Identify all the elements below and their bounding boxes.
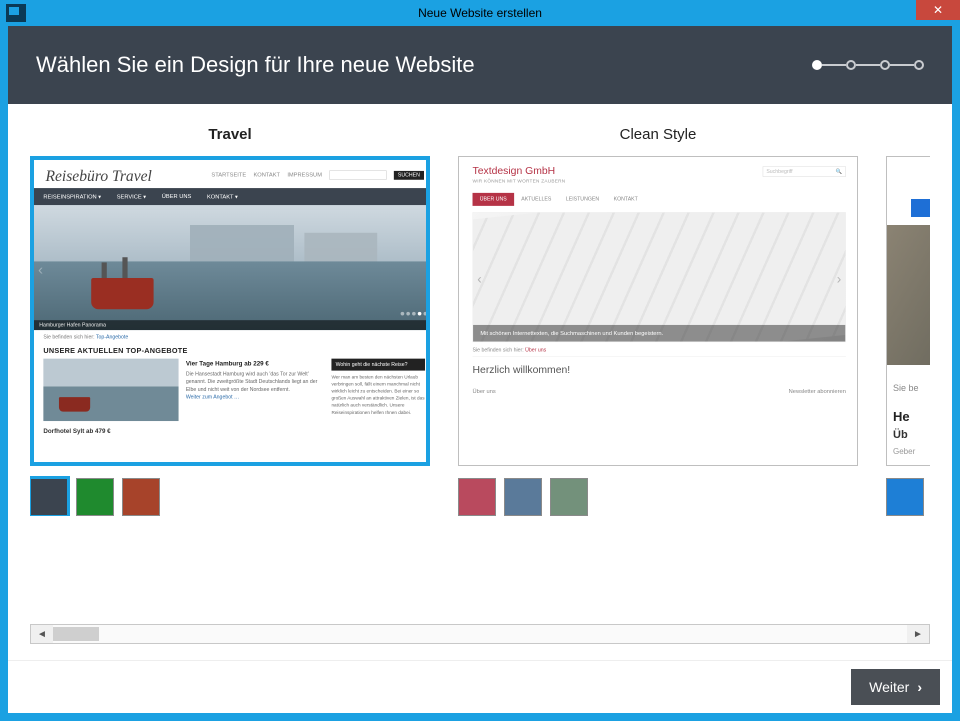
- scroll-right-button[interactable]: ►: [907, 625, 929, 643]
- next-button-label: Weiter: [869, 679, 909, 695]
- preview-menu-item: STARTSEITE: [211, 172, 246, 178]
- search-icon: 🔍: [836, 169, 842, 175]
- preview-sidebar: Wohin geht die nächste Reise? Wer man am…: [331, 359, 425, 421]
- wizard-footer: Weiter ›: [8, 660, 952, 713]
- color-swatches-clean: [458, 478, 588, 516]
- carousel-next-icon: ›: [425, 261, 430, 278]
- preview-footer-link: Newsletter abonnieren: [789, 388, 846, 394]
- template-title: [914, 126, 918, 146]
- preview-tab: LEISTUNGEN: [559, 193, 607, 206]
- close-icon: ✕: [933, 3, 943, 17]
- template-card-partial: Sie be He Üb Geber: [886, 126, 930, 516]
- preview-tagline: WIR KÖNNEN MIT WORTEN ZAUBERN: [473, 178, 846, 183]
- template-card-clean: Clean Style Suchbegriff🔍 Textdesign GmbH…: [458, 126, 858, 516]
- preview-nav-item: KONTAKT ▾: [207, 193, 238, 200]
- step-bar: [856, 64, 880, 66]
- color-swatch[interactable]: [504, 478, 542, 516]
- preview-offer2-title: Dorfhotel Sylt ab 479 €: [34, 421, 430, 435]
- color-swatch[interactable]: [550, 478, 588, 516]
- carousel-next-icon: ›: [837, 271, 842, 287]
- color-swatch[interactable]: [122, 478, 160, 516]
- preview-offer-image: [43, 359, 178, 421]
- step-bar: [890, 64, 914, 66]
- step-bar: [822, 64, 846, 66]
- scrollbar-handle[interactable]: [53, 627, 99, 641]
- carousel-dots: [401, 312, 428, 316]
- carousel-prev-icon: ‹: [38, 261, 43, 278]
- preview-hero-caption: Mit schönen Internettexten, die Suchmasc…: [473, 325, 845, 342]
- preview-tab: KONTAKT: [606, 193, 645, 206]
- preview-hero: [887, 225, 930, 365]
- preview-search-input: Suchbegriff🔍: [763, 166, 846, 176]
- chevron-left-icon: ◄: [37, 629, 47, 640]
- preview-welcome: Herzlich willkommen!: [473, 364, 846, 376]
- scroll-left-button[interactable]: ◄: [31, 625, 53, 643]
- template-thumbnail-travel[interactable]: STARTSEITE KONTAKT IMPRESSUM SUCHEN Reis…: [30, 156, 430, 466]
- preview-nav-item: SERVICE ▾: [117, 193, 146, 200]
- color-swatches-partial: [886, 478, 924, 516]
- preview-search-button: SUCHEN: [394, 171, 424, 180]
- preview-offer-text: Vier Tage Hamburg ab 229 € Die Hansestad…: [186, 359, 324, 421]
- close-button[interactable]: ✕: [916, 0, 960, 20]
- color-swatch[interactable]: [886, 478, 924, 516]
- template-gallery: Travel STARTSEITE KONTAKT IMPRESSUM SUCH…: [30, 126, 930, 516]
- step-dot-1: [812, 60, 822, 70]
- preview-search-input: [329, 170, 386, 179]
- carousel-prev-icon: ‹: [477, 271, 482, 287]
- preview-text: Sie be: [893, 383, 919, 393]
- preview-menu-item: IMPRESSUM: [287, 172, 322, 178]
- template-title: Clean Style: [620, 126, 697, 146]
- color-swatches-travel: [30, 478, 160, 516]
- preview-tab: ÜBER UNS: [473, 193, 514, 206]
- preview-section-title: UNSERE AKTUELLEN TOP-ANGEBOTE: [34, 344, 430, 359]
- scrollbar-track[interactable]: [53, 625, 907, 643]
- preview-hero-caption: Hamburger Hafen Panorama: [34, 320, 430, 330]
- preview-footer-link: Über uns: [473, 388, 496, 394]
- step-indicator: [812, 60, 924, 70]
- content-area: Travel STARTSEITE KONTAKT IMPRESSUM SUCH…: [8, 104, 952, 660]
- next-button[interactable]: Weiter ›: [851, 669, 940, 705]
- preview-text: He: [893, 409, 910, 424]
- color-swatch[interactable]: [76, 478, 114, 516]
- template-title: Travel: [208, 126, 251, 146]
- preview-text: Geber: [893, 447, 915, 456]
- page-heading: Wählen Sie ein Design für Ihre neue Webs…: [36, 52, 475, 78]
- preview-nav-item: REISEINSPIRATION ▾: [43, 193, 101, 200]
- preview-breadcrumb: Sie befinden sich hier: Top-Angebote: [34, 330, 430, 344]
- step-dot-2: [846, 60, 856, 70]
- preview-badge: [911, 199, 930, 217]
- preview-menu-item: KONTAKT: [253, 172, 280, 178]
- template-preview: Suchbegriff🔍 Textdesign GmbH WIR KÖNNEN …: [459, 157, 858, 466]
- template-preview: STARTSEITE KONTAKT IMPRESSUM SUCHEN Reis…: [34, 160, 430, 466]
- horizontal-scrollbar[interactable]: ◄ ►: [30, 624, 930, 644]
- wizard-header: Wählen Sie ein Design für Ihre neue Webs…: [8, 26, 952, 104]
- step-dot-3: [880, 60, 890, 70]
- chevron-right-icon: ›: [917, 679, 922, 695]
- template-card-travel: Travel STARTSEITE KONTAKT IMPRESSUM SUCH…: [30, 126, 430, 516]
- preview-text: Üb: [893, 429, 908, 441]
- template-thumbnail-clean[interactable]: Suchbegriff🔍 Textdesign GmbH WIR KÖNNEN …: [458, 156, 858, 466]
- titlebar: Neue Website erstellen ✕: [0, 0, 960, 26]
- template-thumbnail-partial[interactable]: Sie be He Üb Geber: [886, 156, 930, 466]
- preview-nav-item: ÜBER UNS: [162, 193, 192, 200]
- step-dot-4: [914, 60, 924, 70]
- color-swatch[interactable]: [30, 478, 68, 516]
- preview-tabs: ÜBER UNS AKTUELLES LEISTUNGEN KONTAKT: [473, 193, 846, 206]
- chevron-right-icon: ►: [913, 629, 923, 640]
- preview-breadcrumb: Sie befinden sich hier: Über uns: [473, 347, 846, 356]
- preview-tab: AKTUELLES: [514, 193, 559, 206]
- window-title: Neue Website erstellen: [0, 6, 960, 20]
- color-swatch[interactable]: [458, 478, 496, 516]
